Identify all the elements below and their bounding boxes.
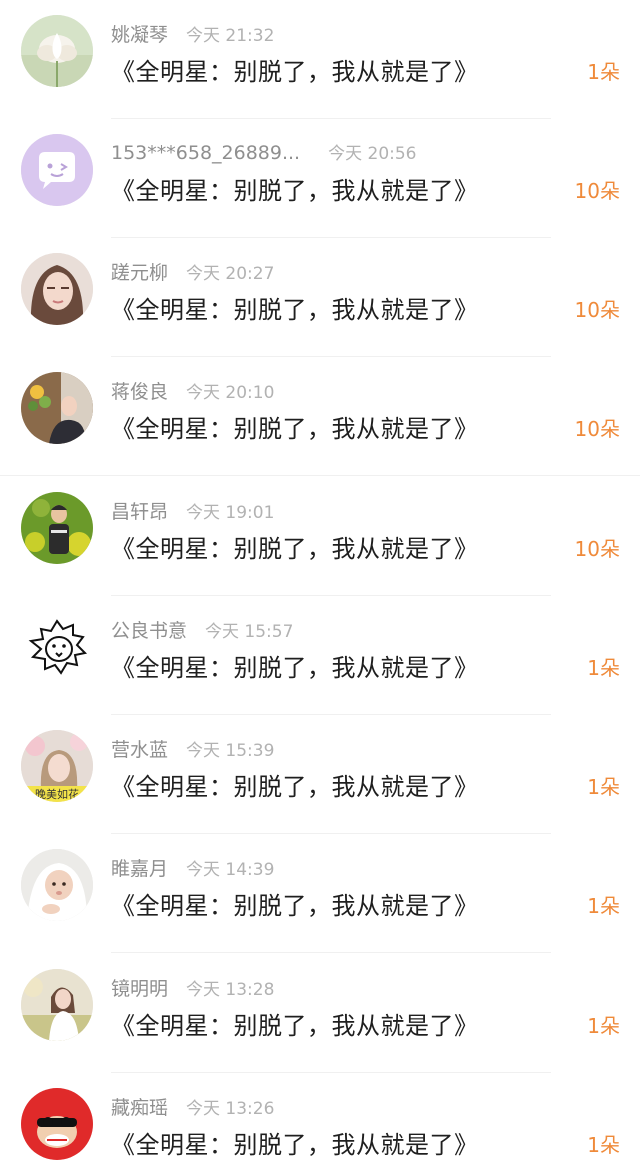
sender-name: 营水蓝 bbox=[111, 739, 169, 761]
woman-with-flowers-icon bbox=[21, 372, 93, 444]
list-item[interactable]: 藏痴瑶 今天 13:26 《全明星：别脱了，我从就是了》 1朵 bbox=[0, 1073, 640, 1175]
timestamp: 今天 20:10 bbox=[186, 383, 275, 403]
timestamp: 今天 13:26 bbox=[186, 1099, 275, 1119]
gift-list: 姚凝琴 今天 21:32 《全明星：别脱了，我从就是了》 1朵 153***65… bbox=[0, 0, 640, 1175]
avatar[interactable] bbox=[21, 611, 93, 683]
timestamp: 今天 21:32 bbox=[186, 26, 275, 46]
avatar[interactable] bbox=[21, 15, 93, 87]
list-item[interactable]: 姚凝琴 今天 21:32 《全明星：别脱了，我从就是了》 1朵 bbox=[0, 0, 640, 119]
flower-count: 10朵 bbox=[574, 417, 620, 441]
flower-count: 1朵 bbox=[587, 1133, 620, 1157]
book-title: 《全明星：别脱了，我从就是了》 bbox=[111, 58, 479, 86]
list-item[interactable]: 镜明明 今天 13:28 《全明星：别脱了，我从就是了》 1朵 bbox=[0, 954, 640, 1073]
avatar-banner-text: 晚美如花 bbox=[35, 787, 79, 801]
book-title: 《全明星：别脱了，我从就是了》 bbox=[111, 773, 479, 801]
divider bbox=[0, 475, 640, 476]
child-in-field-icon bbox=[21, 492, 93, 564]
woman-portrait-icon bbox=[21, 253, 93, 325]
avatar[interactable] bbox=[21, 849, 93, 921]
book-title: 《全明星：别脱了，我从就是了》 bbox=[111, 892, 479, 920]
sender-name: 睢嘉月 bbox=[111, 858, 169, 880]
book-title: 《全明星：别脱了，我从就是了》 bbox=[111, 415, 479, 443]
avatar[interactable] bbox=[21, 372, 93, 444]
list-item[interactable]: 睢嘉月 今天 14:39 《全明星：别脱了，我从就是了》 1朵 bbox=[0, 834, 640, 953]
book-title: 《全明星：别脱了，我从就是了》 bbox=[111, 296, 479, 324]
timestamp: 今天 15:57 bbox=[205, 622, 294, 642]
list-item[interactable]: 蹉元柳 今天 20:27 《全明星：别脱了，我从就是了》 10朵 bbox=[0, 238, 640, 357]
list-item[interactable]: 蒋俊良 今天 20:10 《全明星：别脱了，我从就是了》 10朵 bbox=[0, 357, 640, 476]
sender-name: 153***658_26889... bbox=[111, 142, 301, 164]
avatar[interactable]: 晚美如花 bbox=[21, 730, 93, 802]
timestamp: 今天 15:39 bbox=[186, 741, 275, 761]
woman-outdoors-icon bbox=[21, 969, 93, 1041]
book-title: 《全明星：别脱了，我从就是了》 bbox=[111, 1131, 479, 1159]
timestamp: 今天 14:39 bbox=[186, 860, 275, 880]
book-title: 《全明星：别脱了，我从就是了》 bbox=[111, 1012, 479, 1040]
timestamp: 今天 20:27 bbox=[186, 264, 275, 284]
list-item[interactable]: 昌轩昂 今天 19:01 《全明星：别脱了，我从就是了》 10朵 bbox=[0, 477, 640, 596]
list-item[interactable]: 晚美如花 营水蓝 今天 15:39 《全明星：别脱了，我从就是了》 1朵 bbox=[0, 715, 640, 834]
timestamp: 今天 20:56 bbox=[328, 144, 417, 164]
avatar[interactable] bbox=[21, 134, 93, 206]
sender-name: 姚凝琴 bbox=[111, 24, 169, 46]
lion-sketch-icon bbox=[21, 611, 93, 683]
flower-count: 10朵 bbox=[574, 179, 620, 203]
avatar[interactable] bbox=[21, 253, 93, 325]
book-title: 《全明星：别脱了，我从就是了》 bbox=[111, 654, 479, 682]
avatar[interactable] bbox=[21, 492, 93, 564]
avatar[interactable] bbox=[21, 969, 93, 1041]
sender-name: 昌轩昂 bbox=[111, 501, 169, 523]
flower-count: 10朵 bbox=[574, 537, 620, 561]
list-item[interactable]: 公良书意 今天 15:57 《全明星：别脱了，我从就是了》 1朵 bbox=[0, 596, 640, 715]
sender-name: 镜明明 bbox=[111, 978, 169, 1000]
monkey-cartoon-icon bbox=[21, 1088, 93, 1160]
sender-name: 蒋俊良 bbox=[111, 381, 169, 403]
timestamp: 今天 13:28 bbox=[186, 980, 275, 1000]
timestamp: 今天 19:01 bbox=[186, 503, 275, 523]
divider bbox=[111, 952, 551, 953]
lotus-flower-icon bbox=[21, 15, 93, 87]
girl-with-text-banner-icon: 晚美如花 bbox=[21, 730, 93, 802]
list-item[interactable]: 153***658_26889... 今天 20:56 《全明星：别脱了，我从就… bbox=[0, 119, 640, 238]
avatar[interactable] bbox=[21, 1088, 93, 1160]
sender-name: 藏痴瑶 bbox=[111, 1097, 169, 1119]
flower-count: 10朵 bbox=[574, 298, 620, 322]
flower-count: 1朵 bbox=[587, 1014, 620, 1038]
flower-count: 1朵 bbox=[587, 894, 620, 918]
flower-count: 1朵 bbox=[587, 60, 620, 84]
sender-name: 蹉元柳 bbox=[111, 262, 169, 284]
flower-count: 1朵 bbox=[587, 775, 620, 799]
sender-name: 公良书意 bbox=[111, 620, 188, 642]
chat-bubble-face-icon bbox=[21, 134, 93, 206]
book-title: 《全明星：别脱了，我从就是了》 bbox=[111, 535, 479, 563]
flower-count: 1朵 bbox=[587, 656, 620, 680]
baby-in-towel-icon bbox=[21, 849, 93, 921]
book-title: 《全明星：别脱了，我从就是了》 bbox=[111, 177, 479, 205]
